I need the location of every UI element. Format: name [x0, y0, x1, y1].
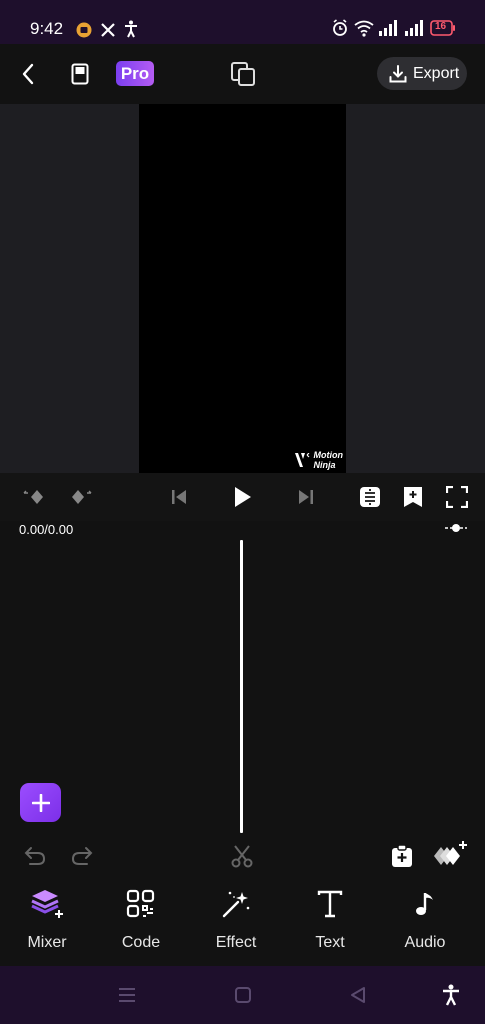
home-button[interactable] — [231, 984, 255, 1006]
add-media-button[interactable] — [20, 783, 61, 822]
wifi-icon — [354, 19, 374, 37]
tool-audio[interactable]: Audio — [385, 878, 465, 958]
recent-apps-button[interactable] — [115, 984, 139, 1006]
tool-text[interactable]: Text — [290, 878, 370, 958]
notification-app-icon — [76, 21, 92, 39]
download-icon — [389, 64, 407, 82]
alarm-icon — [332, 19, 348, 37]
tool-tabs: Mixer Code Effect Text Audio — [0, 878, 485, 966]
back-button[interactable] — [16, 60, 40, 88]
accessibility-status-icon — [123, 20, 139, 38]
accessibility-button[interactable] — [439, 984, 463, 1006]
back-triangle-icon — [351, 987, 365, 1003]
export-button[interactable]: Export — [377, 57, 467, 90]
scissors-icon — [231, 845, 253, 868]
keyframes-add-icon — [434, 841, 467, 865]
signal-icon-2 — [404, 19, 424, 37]
aspect-ratio-button[interactable] — [229, 60, 257, 88]
plus-icon — [31, 793, 50, 812]
status-time: 9:42 — [30, 19, 64, 38]
split-button[interactable] — [228, 842, 256, 870]
bookmark-add-icon — [404, 487, 422, 507]
keyframe-prev-icon — [23, 490, 43, 504]
redo-icon — [71, 847, 93, 865]
qr-code-icon — [123, 884, 159, 924]
project-guide-button[interactable] — [68, 61, 92, 87]
video-canvas[interactable]: Motion Ninja — [139, 104, 346, 473]
playhead[interactable] — [240, 540, 243, 833]
play-button[interactable] — [228, 483, 256, 511]
back-nav-button[interactable] — [346, 984, 370, 1006]
timeline-zoom-control[interactable] — [444, 521, 468, 535]
skip-forward-icon — [299, 490, 313, 504]
tool-audio-label: Audio — [404, 934, 446, 951]
book-icon — [71, 63, 89, 85]
battery-level: 16 — [435, 21, 447, 32]
undo-button[interactable] — [21, 842, 49, 870]
battery-icon: 16 — [430, 19, 456, 37]
watermark: Motion Ninja — [294, 450, 344, 470]
preview-area: Motion Ninja — [0, 104, 485, 473]
back-arrow-icon — [22, 63, 34, 85]
clipboard-add-icon — [392, 844, 412, 867]
skip-back-icon — [172, 490, 186, 504]
play-icon — [235, 487, 251, 507]
aspect-ratio-icon — [231, 62, 255, 86]
tool-mixer-label: Mixer — [27, 934, 67, 951]
tool-effect[interactable]: Effect — [196, 878, 276, 958]
status-bar: 9:42 16 — [0, 0, 485, 44]
tool-text-label: Text — [315, 934, 345, 951]
skip-to-start-button[interactable] — [165, 483, 193, 511]
system-nav-bar — [0, 966, 485, 1024]
editor-top-bar: Pro Export — [0, 44, 485, 104]
redo-button[interactable] — [68, 842, 96, 870]
clipboard-add-button[interactable] — [388, 842, 416, 870]
keyframe-next-icon — [72, 490, 92, 504]
tool-effect-label: Effect — [215, 934, 257, 951]
export-label: Export — [413, 64, 460, 82]
accessibility-icon — [443, 984, 459, 1006]
music-note-icon — [407, 884, 443, 924]
signal-icon-1 — [378, 19, 398, 37]
x-icon — [100, 21, 116, 39]
tool-mixer[interactable]: Mixer — [7, 878, 87, 958]
add-keyframe-button[interactable] — [432, 838, 468, 872]
menu-icon — [119, 988, 135, 1002]
layers-icon — [29, 884, 65, 924]
text-icon — [312, 884, 348, 924]
watermark-line1: Motion — [313, 450, 344, 460]
playback-controls — [0, 473, 485, 521]
time-readout: 0.00/0.00 — [19, 522, 74, 537]
align-button[interactable] — [356, 483, 384, 511]
home-icon — [235, 987, 251, 1003]
undo-icon — [24, 847, 46, 865]
tool-code[interactable]: Code — [101, 878, 181, 958]
motion-ninja-logo-icon — [294, 453, 309, 467]
align-icon — [360, 487, 380, 507]
watermark-line2: Ninja — [313, 460, 336, 470]
tool-code-label: Code — [121, 934, 161, 951]
fullscreen-button[interactable] — [443, 483, 471, 511]
next-keyframe-button[interactable] — [66, 483, 94, 511]
pro-badge[interactable]: Pro — [116, 61, 154, 86]
add-marker-button[interactable] — [399, 483, 427, 511]
zoom-slider-icon — [445, 524, 467, 532]
fullscreen-icon — [446, 486, 468, 508]
previous-keyframe-button[interactable] — [21, 483, 49, 511]
timeline-area[interactable] — [0, 540, 485, 833]
magic-wand-icon — [218, 884, 254, 924]
skip-to-end-button[interactable] — [292, 483, 320, 511]
